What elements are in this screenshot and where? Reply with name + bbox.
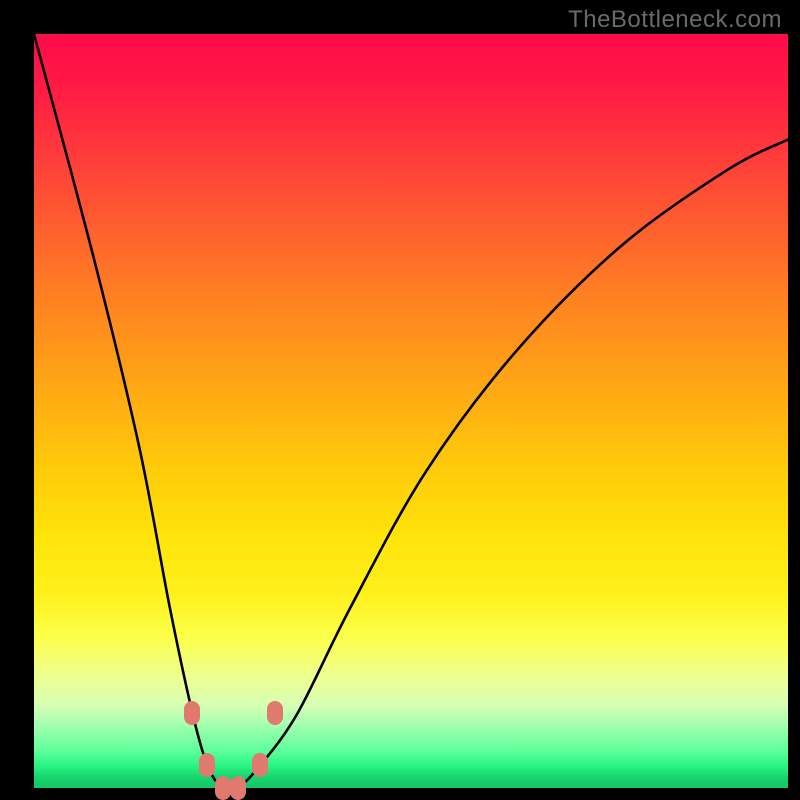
chart-stage: TheBottleneck.com bbox=[0, 0, 800, 800]
curve-marker bbox=[252, 753, 268, 777]
curve-marker bbox=[215, 776, 231, 800]
curve-marker bbox=[267, 701, 283, 725]
plot-area bbox=[34, 34, 788, 788]
curve-marker bbox=[199, 753, 215, 777]
curve-marker bbox=[230, 776, 246, 800]
bottleneck-curve bbox=[34, 34, 788, 788]
watermark-text: TheBottleneck.com bbox=[568, 6, 782, 34]
curve-marker bbox=[184, 701, 200, 725]
